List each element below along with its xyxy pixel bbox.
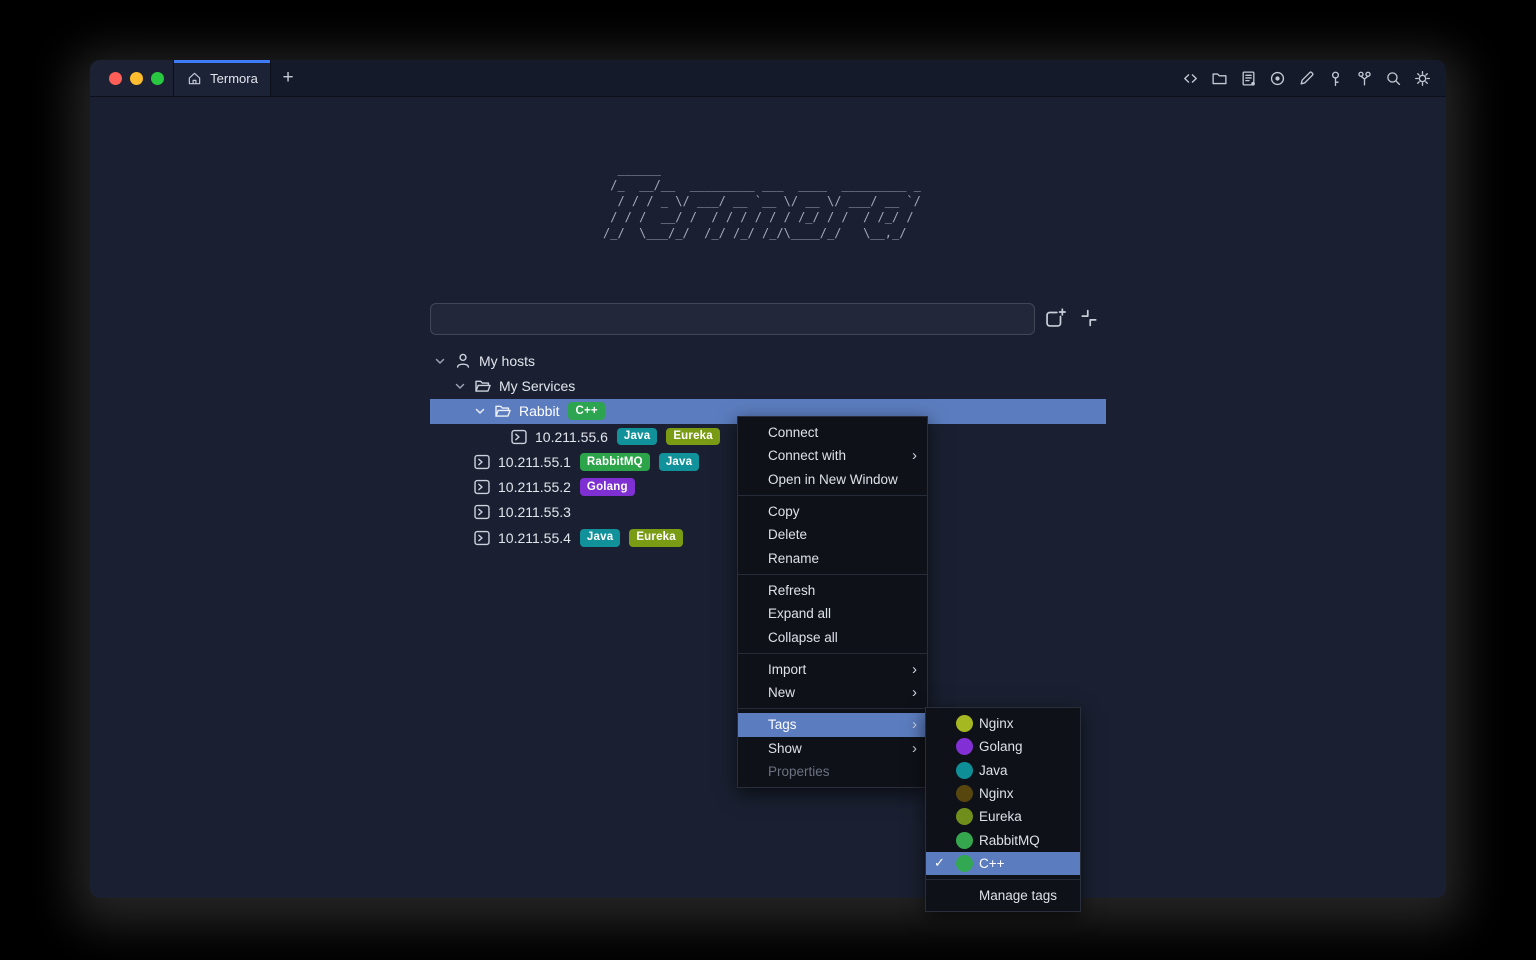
tag-badge: RabbitMQ <box>580 453 650 471</box>
tag-color-dot <box>956 855 973 872</box>
branch-icon[interactable] <box>1356 70 1373 87</box>
menu-item-open-in-new-window[interactable]: Open in New Window <box>738 468 927 491</box>
submenu-arrow-icon: › <box>912 685 917 700</box>
log-icon[interactable] <box>1240 70 1257 87</box>
menu-item-rename[interactable]: Rename <box>738 546 927 569</box>
menu-item-connect[interactable]: Connect <box>738 421 927 444</box>
collapse-all-icon[interactable] <box>1078 307 1100 329</box>
tree-label: 10.211.55.6 <box>535 429 608 445</box>
edit-icon[interactable] <box>1298 70 1315 87</box>
app-window: Termora + ______ / <box>90 60 1446 898</box>
toolbar <box>1182 60 1446 96</box>
key-icon[interactable] <box>1327 70 1344 87</box>
tag-badge: Java <box>580 529 620 547</box>
tree-label: Rabbit <box>519 403 559 419</box>
submenu-arrow-icon: › <box>912 717 917 732</box>
tree-label: 10.211.55.2 <box>498 479 571 495</box>
menu-item-tags[interactable]: Tags › <box>738 713 927 736</box>
add-host-icon[interactable] <box>1044 307 1066 329</box>
menu-item-refresh[interactable]: Refresh <box>738 579 927 602</box>
tree-label: 10.211.55.1 <box>498 454 571 470</box>
submenu-item-tag[interactable]: Eureka <box>926 805 1080 828</box>
terminal-icon <box>510 428 528 446</box>
chevron-down-icon[interactable] <box>452 378 468 394</box>
tree-row-my-services[interactable]: My Services <box>430 373 1106 398</box>
menu-item-expand-all[interactable]: Expand all <box>738 602 927 625</box>
submenu-item-tag-checked[interactable]: ✓ C++ <box>926 852 1080 875</box>
menu-item-copy[interactable]: Copy <box>738 500 927 523</box>
traffic-lights <box>90 60 174 96</box>
tag-badge: Java <box>659 453 699 471</box>
tag-color-dot <box>956 808 973 825</box>
terminal-icon <box>473 453 491 471</box>
terminal-icon <box>473 478 491 496</box>
ascii-logo: ______ /_ __/__ _________ ___ ____ _____… <box>603 161 921 241</box>
search-icon[interactable] <box>1385 70 1402 87</box>
code-icon[interactable] <box>1182 70 1199 87</box>
folder-open-icon <box>474 377 492 395</box>
tag-badge: Java <box>617 428 657 446</box>
user-icon <box>454 352 472 370</box>
record-icon[interactable] <box>1269 70 1286 87</box>
context-menu: Connect Connect with › Open in New Windo… <box>737 416 928 788</box>
tag-badge: Eureka <box>666 428 720 446</box>
check-icon: ✓ <box>934 855 956 871</box>
tree-label: My Services <box>499 378 575 394</box>
tab-termora[interactable]: Termora <box>174 60 271 96</box>
submenu-item-tag[interactable]: RabbitMQ <box>926 828 1080 851</box>
submenu-item-tag[interactable]: Golang <box>926 735 1080 758</box>
chevron-down-icon[interactable] <box>432 353 448 369</box>
tab-title: Termora <box>210 71 258 86</box>
tab-bar: Termora + <box>90 60 1446 97</box>
submenu-item-tag[interactable]: Java <box>926 759 1080 782</box>
terminal-icon <box>473 503 491 521</box>
menu-item-show[interactable]: Show › <box>738 737 927 760</box>
tag-badge: Eureka <box>629 529 683 547</box>
tree-label: My hosts <box>479 353 535 369</box>
settings-icon[interactable] <box>1414 70 1431 87</box>
tag-color-dot <box>956 785 973 802</box>
terminal-icon <box>473 529 491 547</box>
chevron-down-icon[interactable] <box>472 403 488 419</box>
new-tab-button[interactable]: + <box>271 60 305 96</box>
submenu-item-tag[interactable]: Nginx <box>926 712 1080 735</box>
submenu-item-tag[interactable]: Nginx <box>926 782 1080 805</box>
tag-color-dot <box>956 715 973 732</box>
folder-open-icon <box>494 402 512 420</box>
tag-color-dot <box>956 762 973 779</box>
tag-badge: C++ <box>568 402 604 420</box>
tree-row-my-hosts[interactable]: My hosts <box>430 348 1106 373</box>
menu-item-manage-tags[interactable]: Manage tags <box>926 884 1080 907</box>
search-input[interactable] <box>430 303 1035 335</box>
submenu-arrow-icon: › <box>912 662 917 677</box>
tag-color-dot <box>956 738 973 755</box>
close-window-button[interactable] <box>109 72 122 85</box>
menu-item-connect-with[interactable]: Connect with › <box>738 444 927 467</box>
tree-label: 10.211.55.3 <box>498 504 571 520</box>
tags-submenu: Nginx Golang Java Nginx Eureka <box>925 707 1081 912</box>
main-content: ______ /_ __/__ _________ ___ ____ _____… <box>90 97 1446 898</box>
submenu-arrow-icon: › <box>912 448 917 463</box>
home-icon <box>186 70 203 87</box>
minimize-window-button[interactable] <box>130 72 143 85</box>
menu-item-collapse-all[interactable]: Collapse all <box>738 625 927 648</box>
tree-label: 10.211.55.4 <box>498 530 571 546</box>
folder-icon[interactable] <box>1211 70 1228 87</box>
submenu-arrow-icon: › <box>912 741 917 756</box>
zoom-window-button[interactable] <box>151 72 164 85</box>
tag-color-dot <box>956 832 973 849</box>
menu-item-import[interactable]: Import › <box>738 658 927 681</box>
tag-badge: Golang <box>580 478 635 496</box>
menu-item-properties: Properties <box>738 760 927 783</box>
menu-item-new[interactable]: New › <box>738 681 927 704</box>
menu-item-delete[interactable]: Delete <box>738 523 927 546</box>
